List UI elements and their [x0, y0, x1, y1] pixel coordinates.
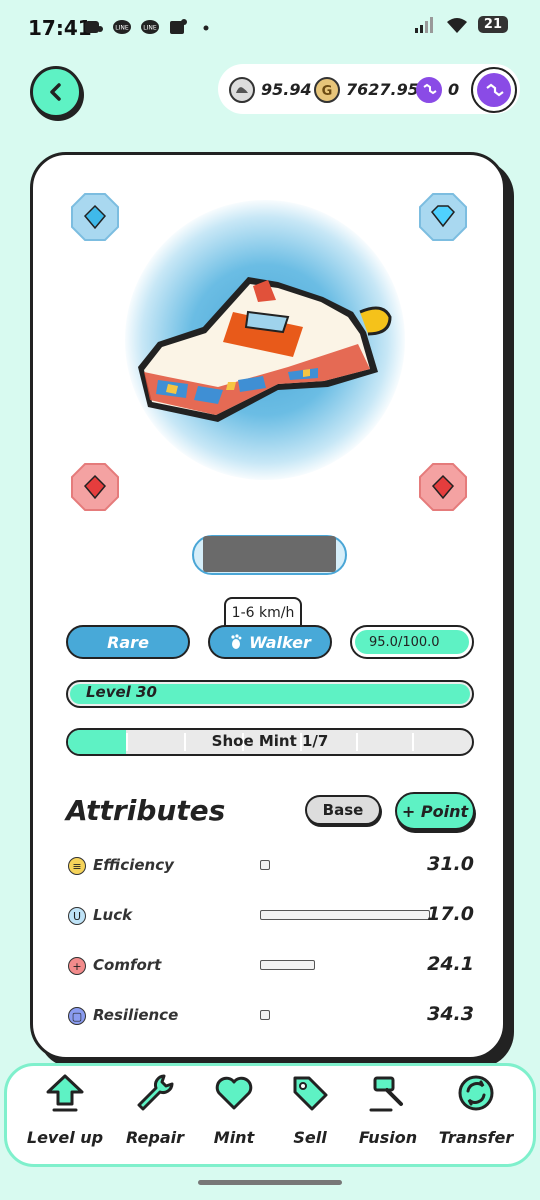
attribute-label: Luck: [93, 906, 133, 924]
attribute-value: 31.0: [427, 853, 474, 875]
durability-value: 95.0/100.0: [355, 630, 469, 654]
base-button[interactable]: Base: [305, 795, 381, 825]
app-notification-icon: [170, 19, 187, 34]
socket-red-icon-2[interactable]: [418, 462, 468, 512]
line-app-icon-2: LINE: [141, 20, 159, 34]
polygon-icon: [477, 73, 511, 107]
nav-label: Repair: [126, 1128, 184, 1147]
comfort-icon: +: [68, 957, 86, 975]
sneaker-image: [138, 277, 392, 422]
efficiency-icon: ≡: [68, 857, 86, 875]
gst-coin-icon: [229, 77, 255, 103]
repair-button[interactable]: Repair: [114, 1072, 196, 1147]
nav-label: Fusion: [358, 1128, 418, 1147]
svg-text:LINE: LINE: [115, 25, 129, 32]
wrench-icon: [137, 1074, 174, 1111]
chain-switch-button[interactable]: [471, 67, 517, 113]
nav-label: Transfer: [438, 1128, 514, 1147]
attribute-label: Comfort: [93, 956, 162, 974]
tag-icon: [293, 1076, 328, 1111]
level-up-button[interactable]: Level up: [24, 1072, 106, 1147]
heart-icon: [215, 1076, 253, 1110]
hammer-icon: [369, 1076, 403, 1112]
notification-icon: [85, 21, 103, 33]
back-button[interactable]: [30, 66, 82, 118]
fusion-button[interactable]: Fusion: [347, 1072, 429, 1147]
attribute-value: 24.1: [427, 953, 474, 975]
attribute-value: 17.0: [427, 903, 474, 925]
svg-text:G: G: [322, 84, 333, 99]
attributes-title: Attributes: [66, 794, 226, 827]
add-point-button[interactable]: + Point: [395, 792, 475, 830]
sneaker-name-redacted: [203, 536, 336, 572]
line-app-icon: LINE: [113, 20, 131, 34]
quality-badge: Rare: [66, 625, 190, 659]
mint-label: Shoe Mint 1/7: [211, 732, 329, 750]
gst-balance: 95.94: [261, 80, 312, 99]
matic-coin-icon: [416, 77, 442, 103]
nav-label: Level up: [26, 1128, 104, 1147]
attribute-label: Resilience: [93, 1006, 179, 1024]
attribute-label: Efficiency: [93, 856, 174, 874]
wifi-icon: [446, 17, 467, 33]
attribute-bar: [260, 910, 430, 920]
gmt-coin-icon: G: [314, 77, 340, 103]
luck-icon: U: [68, 907, 86, 925]
level-label: Level 30: [86, 683, 157, 701]
attribute-bar: [260, 1010, 270, 1020]
type-label: Walker: [249, 632, 311, 652]
quality-label: Rare: [107, 632, 149, 652]
gmt-balance: 7627.95: [346, 80, 419, 99]
home-indicator[interactable]: [198, 1180, 342, 1185]
nav-label: Sell: [293, 1128, 327, 1147]
transfer-icon: [458, 1075, 494, 1111]
resilience-icon: ▢: [68, 1007, 86, 1025]
svg-text:LINE: LINE: [143, 25, 157, 32]
status-time: 17:41: [28, 16, 92, 40]
sell-button[interactable]: Sell: [269, 1072, 351, 1147]
matic-balance: 0: [448, 80, 460, 99]
chevron-left-icon: [50, 83, 61, 101]
type-badge: Walker: [208, 625, 332, 659]
socket-blue-gem-icon[interactable]: [418, 192, 468, 242]
more-dot-icon: [203, 25, 209, 31]
battery-indicator: 21: [477, 16, 508, 33]
attribute-bar: [260, 860, 270, 870]
nav-label: Mint: [213, 1128, 255, 1147]
attribute-value: 34.3: [427, 1003, 474, 1025]
durability-badge: 95.0/100.0: [350, 625, 474, 659]
attribute-bar: [260, 960, 315, 970]
speed-range: 1-6 km/h: [224, 597, 302, 627]
signal-icon: [414, 16, 433, 33]
socket-blue-icon[interactable]: [70, 192, 120, 242]
transfer-button[interactable]: Transfer: [435, 1072, 517, 1147]
footprint-icon: [231, 634, 242, 649]
socket-red-icon[interactable]: [70, 462, 120, 512]
status-indicators: 21: [414, 16, 508, 33]
level-up-icon: [46, 1074, 84, 1112]
mint-button[interactable]: Mint: [193, 1072, 275, 1147]
